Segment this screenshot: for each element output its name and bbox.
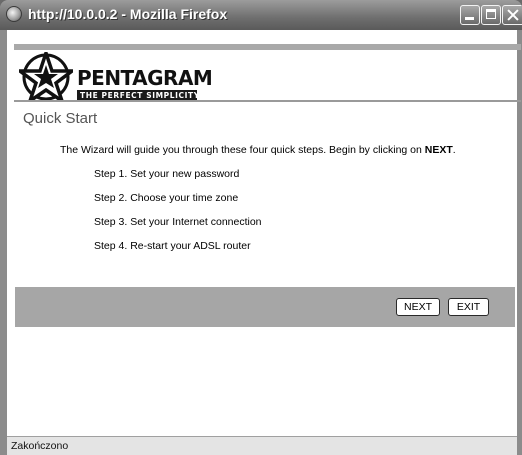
- intro-text: The Wizard will guide you through these …: [60, 144, 456, 156]
- wizard-action-bar: NEXT EXIT: [15, 287, 515, 327]
- top-divider: [14, 44, 521, 50]
- step-item-1: Step 1. Set your new password: [94, 168, 240, 180]
- title-bar[interactable]: http://10.0.0.2 - Mozilla Firefox: [0, 0, 522, 30]
- window-title: http://10.0.0.2 - Mozilla Firefox: [28, 6, 228, 22]
- maximize-button[interactable]: [481, 5, 501, 25]
- page-title: Quick Start: [23, 110, 98, 127]
- pentagram-logo: PENTAGRAM THE PERFECT SIMPLICITY: [19, 52, 219, 102]
- intro-body: The Wizard will guide you through these …: [60, 144, 425, 156]
- header-divider: [14, 100, 521, 102]
- step-item-3: Step 3. Set your Internet connection: [94, 216, 262, 228]
- intro-end: .: [452, 144, 456, 156]
- step-item-4: Step 4. Re-start your ADSL router: [94, 240, 251, 252]
- page-content: PENTAGRAM THE PERFECT SIMPLICITY Quick S…: [7, 30, 521, 436]
- minimize-button[interactable]: [460, 5, 480, 25]
- step-item-2: Step 2. Choose your time zone: [94, 192, 239, 204]
- status-text: Zakończono: [11, 440, 69, 452]
- pentagram-star-icon: [19, 52, 73, 102]
- close-button[interactable]: [502, 5, 522, 25]
- browser-window: http://10.0.0.2 - Mozilla Firefox PENTAG…: [0, 0, 522, 455]
- firefox-icon: [6, 6, 22, 22]
- intro-next-emphasis: NEXT: [424, 144, 453, 156]
- exit-button[interactable]: EXIT: [448, 298, 489, 316]
- next-button[interactable]: NEXT: [396, 298, 440, 316]
- logo-wordmark: PENTAGRAM: [77, 66, 213, 90]
- status-bar: Zakończono: [7, 436, 517, 455]
